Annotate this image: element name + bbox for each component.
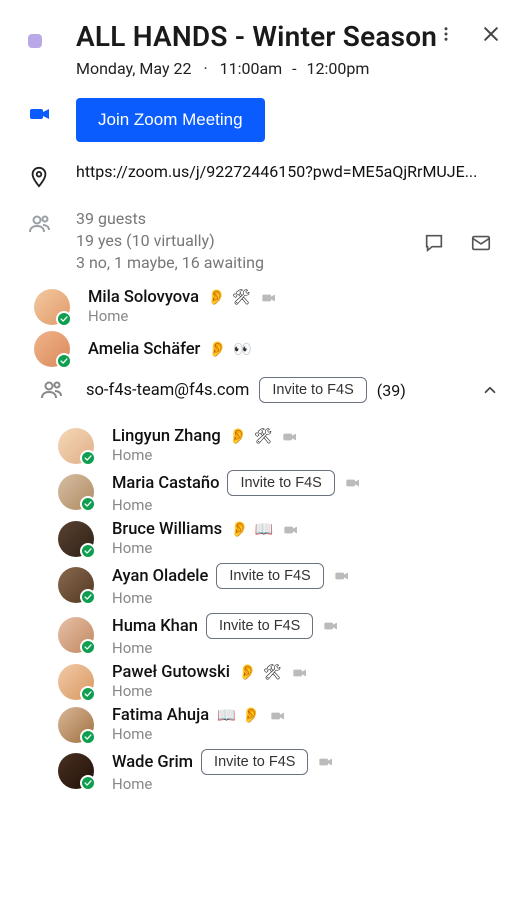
invite-button[interactable]: Invite to F4S bbox=[216, 563, 323, 589]
attendee-row[interactable]: Paweł Gutowski 👂 🛠 Home bbox=[28, 659, 499, 702]
more-options-button[interactable] bbox=[431, 19, 461, 49]
invite-group-button[interactable]: Invite to F4S bbox=[259, 377, 366, 403]
group-row[interactable]: so-f4s-team@f4s.com Invite to F4S (39) bbox=[28, 369, 499, 413]
video-camera-icon bbox=[281, 522, 301, 538]
attendee-name: Mila Solovyova bbox=[88, 288, 199, 307]
group-count: (39) bbox=[377, 381, 406, 400]
status-check-icon bbox=[80, 589, 96, 605]
badge-icon: 🛠 bbox=[232, 290, 251, 305]
video-camera-icon bbox=[316, 754, 336, 770]
guests-yes: 19 yes (10 virtually) bbox=[76, 230, 264, 252]
invite-button[interactable]: Invite to F4S bbox=[201, 749, 308, 775]
video-camera-icon bbox=[259, 290, 279, 306]
status-check-icon bbox=[80, 729, 96, 745]
attendee-location: Home bbox=[112, 539, 499, 557]
status-check-icon bbox=[80, 543, 96, 559]
attendee-name: Fatima Ahuja bbox=[112, 706, 209, 725]
video-camera-icon bbox=[343, 475, 363, 491]
event-end-time: 12:00pm bbox=[307, 59, 370, 78]
attendee-list-top: Mila Solovyova 👂 🛠 Home Amelia Schäfer 👂 👀 bbox=[28, 284, 499, 369]
attendee-name: Lingyun Zhang bbox=[112, 427, 221, 446]
status-check-icon bbox=[56, 353, 72, 369]
chat-button[interactable] bbox=[417, 226, 451, 260]
attendee-row[interactable]: Fatima Ahuja 📖 👂 Home bbox=[28, 702, 499, 745]
event-start-time: 11:00am bbox=[220, 59, 283, 78]
attendee-name: Amelia Schäfer bbox=[88, 340, 200, 359]
event-date: Monday, May 22 bbox=[76, 59, 191, 78]
invite-button[interactable]: Invite to F4S bbox=[227, 470, 334, 496]
attendee-location: Home bbox=[112, 446, 499, 464]
attendee-row[interactable]: Maria Castaño Invite to F4SHome bbox=[28, 466, 499, 516]
status-check-icon bbox=[80, 686, 96, 702]
badge-icon: 📖 bbox=[255, 522, 274, 537]
badge-icon: 🛠 bbox=[263, 665, 282, 680]
group-email: so-f4s-team@f4s.com bbox=[86, 381, 249, 400]
video-camera-icon bbox=[332, 568, 352, 584]
attendee-list-sub: Lingyun Zhang 👂 🛠 Home Maria Castaño Invite t… bbox=[28, 423, 499, 795]
event-color-chip bbox=[28, 34, 42, 48]
invite-button[interactable]: Invite to F4S bbox=[206, 613, 313, 639]
status-check-icon bbox=[80, 450, 96, 466]
guests-icon bbox=[28, 208, 76, 274]
attendee-location: Home bbox=[112, 775, 499, 793]
attendee-row[interactable]: Huma Khan Invite to F4SHome bbox=[28, 609, 499, 659]
attendee-location: Home bbox=[112, 589, 499, 607]
badge-icon: 👂 bbox=[208, 342, 227, 357]
attendee-location: Home bbox=[112, 496, 499, 514]
badge-icon: 👂 bbox=[207, 290, 226, 305]
attendee-name: Huma Khan bbox=[112, 617, 198, 636]
video-camera-icon bbox=[321, 618, 341, 634]
guests-total: 39 guests bbox=[76, 208, 264, 230]
status-check-icon bbox=[56, 311, 72, 327]
badge-icon: 👂 bbox=[242, 708, 261, 723]
attendee-name: Ayan Oladele bbox=[112, 567, 208, 586]
video-camera-icon bbox=[268, 708, 288, 724]
attendee-row[interactable]: Ayan Oladele Invite to F4SHome bbox=[28, 559, 499, 609]
badge-icon: 🛠 bbox=[253, 429, 272, 444]
status-check-icon bbox=[80, 775, 96, 791]
status-check-icon bbox=[80, 639, 96, 655]
status-check-icon bbox=[80, 496, 96, 512]
attendee-row[interactable]: Mila Solovyova 👂 🛠 Home bbox=[28, 284, 499, 327]
group-icon bbox=[28, 378, 76, 402]
chevron-up-icon[interactable] bbox=[481, 381, 499, 399]
video-camera-icon bbox=[290, 665, 310, 681]
attendee-location: Home bbox=[88, 307, 499, 325]
meeting-link[interactable]: https://zoom.us/j/92272446150?pwd=ME5aQj… bbox=[76, 162, 496, 181]
badge-icon: 👂 bbox=[238, 665, 257, 680]
badge-icon: 👂 bbox=[230, 522, 249, 537]
location-pin-icon bbox=[28, 162, 76, 188]
attendee-location: Home bbox=[112, 682, 499, 700]
email-button[interactable] bbox=[463, 226, 499, 260]
badge-icon: 📖 bbox=[217, 708, 236, 723]
event-datetime: Monday, May 22 · 11:00am - 12:00pm bbox=[76, 59, 499, 78]
join-zoom-button[interactable]: Join Zoom Meeting bbox=[76, 98, 265, 142]
close-button[interactable] bbox=[475, 18, 507, 50]
badge-icon: 👀 bbox=[233, 342, 252, 357]
attendee-name: Bruce Williams bbox=[112, 520, 222, 539]
guests-status-breakdown: 3 no, 1 maybe, 16 awaiting bbox=[76, 252, 264, 274]
attendee-location: Home bbox=[112, 725, 499, 743]
attendee-name: Paweł Gutowski bbox=[112, 663, 230, 682]
attendee-row[interactable]: Bruce Williams 👂 📖 Home bbox=[28, 516, 499, 559]
attendee-row[interactable]: Lingyun Zhang 👂 🛠 Home bbox=[28, 423, 499, 466]
attendee-name: Maria Castaño bbox=[112, 474, 219, 493]
attendee-row[interactable]: Amelia Schäfer 👂 👀 bbox=[28, 327, 499, 369]
badge-icon: 👂 bbox=[229, 429, 248, 444]
attendee-name: Wade Grim bbox=[112, 753, 193, 772]
attendee-location: Home bbox=[112, 639, 499, 657]
video-camera-icon bbox=[28, 98, 76, 142]
attendee-row[interactable]: Wade Grim Invite to F4SHome bbox=[28, 745, 499, 795]
video-camera-icon bbox=[280, 429, 300, 445]
